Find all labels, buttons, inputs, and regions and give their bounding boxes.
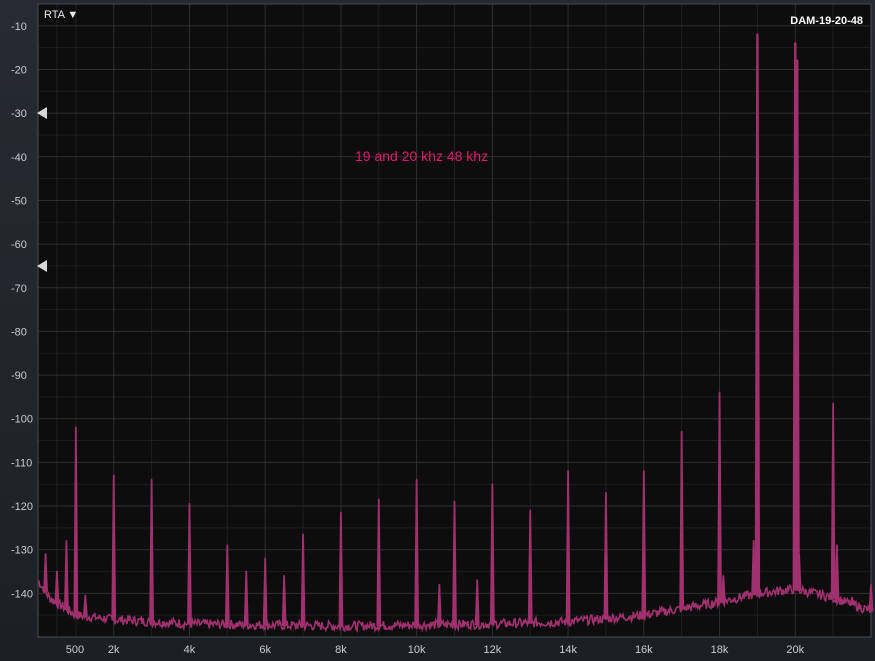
spectral-peak — [679, 430, 685, 610]
spectral-peak — [300, 533, 306, 627]
lower-level-marker[interactable] — [37, 259, 47, 272]
y-tick-label: -100 — [11, 414, 33, 426]
y-tick-label: -90 — [11, 370, 27, 382]
y-tick-label: -70 — [11, 283, 27, 295]
upper-level-marker[interactable] — [37, 107, 47, 120]
spectral-peak — [565, 470, 571, 623]
x-tick-label: 6k — [259, 644, 271, 656]
spectral-peak — [338, 511, 344, 627]
spectral-peak — [73, 426, 79, 617]
x-tick-label: 20k — [786, 644, 804, 656]
y-tick-label: -20 — [11, 64, 27, 76]
spectral-peak — [527, 509, 533, 624]
spectral-peak — [187, 502, 192, 625]
trace-name-label: DAM-19-20-48 — [790, 15, 863, 27]
x-tick-label: 8k — [335, 644, 347, 656]
spectral-peak — [414, 478, 420, 626]
x-tick-label: 10k — [408, 644, 426, 656]
y-tick-label: -120 — [11, 501, 33, 513]
spectral-peak — [641, 470, 647, 617]
spectral-peak — [243, 570, 249, 626]
spectral-peak — [717, 391, 722, 603]
rta-menu-button[interactable]: RTA ▼ — [44, 9, 78, 21]
spectral-peak — [262, 557, 268, 626]
spectral-peak — [452, 500, 457, 626]
x-tick-label: 12k — [483, 644, 501, 656]
x-tick-label: 4k — [184, 644, 196, 656]
spectral-peak — [794, 59, 800, 591]
spectral-peak — [720, 574, 726, 603]
spectral-peak — [54, 570, 60, 604]
x-tick-label: 16k — [635, 644, 653, 656]
spectral-peak — [224, 544, 230, 626]
x-axis: 500 2k 4k 6k 8k 10k 12k 14k 16k 18k 20k — [66, 644, 805, 656]
y-tick-label: -80 — [11, 326, 27, 338]
spectral-peak — [82, 594, 88, 618]
x-tick-label: 2k — [108, 644, 120, 656]
spectral-peak — [849, 596, 855, 606]
y-tick-label: -10 — [11, 21, 27, 33]
y-tick-label: -130 — [11, 545, 33, 557]
x-tick-label: 14k — [559, 644, 577, 656]
y-tick-label: -50 — [11, 195, 27, 207]
spectral-peak — [436, 583, 442, 626]
spectral-peak — [796, 553, 802, 591]
spectral-peak — [603, 492, 609, 620]
spectral-peak — [149, 592, 154, 623]
spectral-peak — [376, 498, 382, 627]
spectral-peak — [489, 483, 495, 625]
spectral-peak — [755, 330, 760, 595]
spectral-peak — [63, 540, 69, 610]
spectral-peak — [43, 553, 48, 593]
spectral-peak — [830, 402, 836, 599]
spectral-peak — [868, 583, 874, 612]
x-tick-label: 18k — [711, 644, 729, 656]
y-tick-label: -140 — [11, 588, 33, 600]
y-tick-label: -40 — [11, 152, 27, 164]
spectral-peak — [474, 579, 480, 626]
y-tick-label: -30 — [11, 108, 27, 120]
x-tick-label: 500 — [66, 644, 84, 656]
y-axis: -10 -20 -30 -40 -50 -60 -70 -80 -90 -100 -110 -120 -… — [11, 21, 33, 601]
rta-window: -10 -20 -30 -40 -50 -60 -70 -80 -90 -100 -110 -120 -… — [0, 0, 875, 661]
y-tick-label: -110 — [11, 457, 32, 469]
spectral-peak — [834, 544, 840, 600]
spectral-peak — [281, 574, 287, 627]
y-tick-label: -60 — [11, 239, 27, 251]
spectrum-chart: -10 -20 -30 -40 -50 -60 -70 -80 -90 -100 -110 -120 -… — [11, 3, 874, 656]
chart-annotation: 19 and 20 khz 48 khz — [355, 148, 489, 164]
spectral-peak — [111, 474, 117, 621]
spectral-peak — [751, 540, 757, 596]
